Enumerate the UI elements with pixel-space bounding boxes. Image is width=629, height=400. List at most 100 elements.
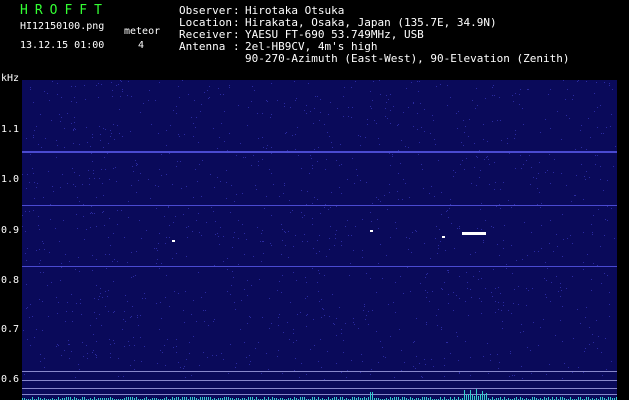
noise-speck bbox=[475, 108, 476, 109]
noise-speck bbox=[238, 238, 239, 239]
noise-speck bbox=[241, 300, 242, 301]
noise-speck bbox=[372, 100, 373, 101]
noise-speck bbox=[76, 303, 77, 304]
noise-speck bbox=[594, 111, 595, 112]
noise-speck bbox=[502, 321, 503, 322]
noise-speck bbox=[53, 191, 54, 192]
noise-speck bbox=[94, 178, 95, 179]
noise-speck bbox=[526, 288, 527, 289]
noise-speck bbox=[429, 193, 430, 194]
noise-speck bbox=[92, 270, 93, 271]
noise-speck bbox=[215, 234, 216, 235]
noise-speck bbox=[563, 80, 564, 81]
noise-speck bbox=[533, 177, 534, 178]
noise-speck bbox=[91, 153, 92, 154]
noise-speck bbox=[176, 106, 177, 107]
noise-speck bbox=[61, 97, 62, 98]
noise-speck bbox=[183, 310, 184, 311]
noise-speck bbox=[112, 90, 113, 91]
noise-speck bbox=[285, 133, 286, 134]
meter-bar bbox=[370, 392, 371, 400]
noise-speck bbox=[538, 345, 539, 346]
noise-speck bbox=[341, 372, 342, 373]
noise-speck bbox=[197, 181, 198, 182]
noise-speck bbox=[93, 173, 94, 174]
noise-speck bbox=[604, 235, 605, 236]
noise-speck bbox=[562, 378, 563, 379]
noise-speck bbox=[102, 183, 103, 184]
noise-speck bbox=[36, 187, 37, 188]
noise-speck bbox=[441, 329, 442, 330]
noise-speck bbox=[96, 355, 97, 356]
noise-speck bbox=[284, 106, 285, 107]
noise-speck bbox=[184, 366, 185, 367]
noise-speck bbox=[605, 219, 606, 220]
noise-speck bbox=[562, 306, 563, 307]
noise-speck bbox=[340, 144, 341, 145]
observer-label: Observer bbox=[179, 4, 232, 17]
noise-speck bbox=[110, 130, 111, 131]
meter-bar bbox=[472, 395, 473, 400]
noise-speck bbox=[131, 96, 132, 97]
noise-speck bbox=[26, 188, 27, 189]
noise-speck bbox=[99, 126, 100, 127]
noise-speck bbox=[550, 220, 551, 221]
noise-speck bbox=[128, 201, 129, 202]
noise-speck bbox=[118, 84, 119, 85]
noise-speck bbox=[370, 91, 371, 92]
noise-speck bbox=[278, 350, 279, 351]
noise-speck bbox=[98, 299, 99, 300]
noise-speck bbox=[83, 356, 84, 357]
noise-speck bbox=[161, 318, 162, 319]
noise-speck bbox=[550, 89, 551, 90]
noise-speck bbox=[437, 253, 438, 254]
noise-speck bbox=[118, 358, 119, 359]
noise-speck bbox=[230, 344, 231, 345]
noise-speck bbox=[415, 230, 416, 231]
noise-speck bbox=[45, 138, 46, 139]
noise-speck bbox=[427, 292, 428, 293]
noise-speck bbox=[499, 204, 500, 205]
noise-speck bbox=[488, 373, 489, 374]
noise-speck bbox=[140, 112, 141, 113]
noise-speck bbox=[282, 240, 283, 241]
noise-speck bbox=[174, 291, 175, 292]
noise-speck bbox=[179, 136, 180, 137]
noise-speck bbox=[211, 207, 212, 208]
noise-speck bbox=[258, 165, 259, 166]
noise-speck bbox=[261, 261, 262, 262]
noise-speck bbox=[400, 163, 401, 164]
noise-speck bbox=[440, 241, 441, 242]
noise-speck bbox=[586, 81, 587, 82]
noise-speck bbox=[380, 244, 381, 245]
noise-speck bbox=[546, 280, 547, 281]
noise-speck bbox=[462, 160, 463, 161]
noise-speck bbox=[262, 230, 263, 231]
receiver-label: Receiver bbox=[179, 28, 232, 41]
noise-speck bbox=[511, 313, 512, 314]
noise-speck bbox=[553, 251, 554, 252]
noise-speck bbox=[494, 189, 495, 190]
noise-speck bbox=[474, 167, 475, 168]
noise-speck bbox=[58, 345, 59, 346]
noise-speck bbox=[30, 304, 31, 305]
noise-speck bbox=[98, 97, 99, 98]
noise-speck bbox=[325, 169, 326, 170]
noise-speck bbox=[562, 214, 563, 215]
noise-speck bbox=[444, 376, 445, 377]
noise-speck bbox=[539, 162, 540, 163]
noise-speck bbox=[33, 210, 34, 211]
noise-speck bbox=[611, 114, 612, 115]
noise-speck bbox=[531, 373, 532, 374]
noise-speck bbox=[217, 148, 218, 149]
noise-speck bbox=[279, 314, 280, 315]
noise-speck bbox=[47, 285, 48, 286]
noise-speck bbox=[287, 150, 288, 151]
noise-speck bbox=[516, 260, 517, 261]
noise-speck bbox=[457, 228, 458, 229]
noise-speck bbox=[422, 377, 423, 378]
noise-speck bbox=[426, 297, 427, 298]
noise-speck bbox=[477, 105, 478, 106]
noise-speck bbox=[459, 226, 460, 227]
noise-speck bbox=[256, 189, 257, 190]
